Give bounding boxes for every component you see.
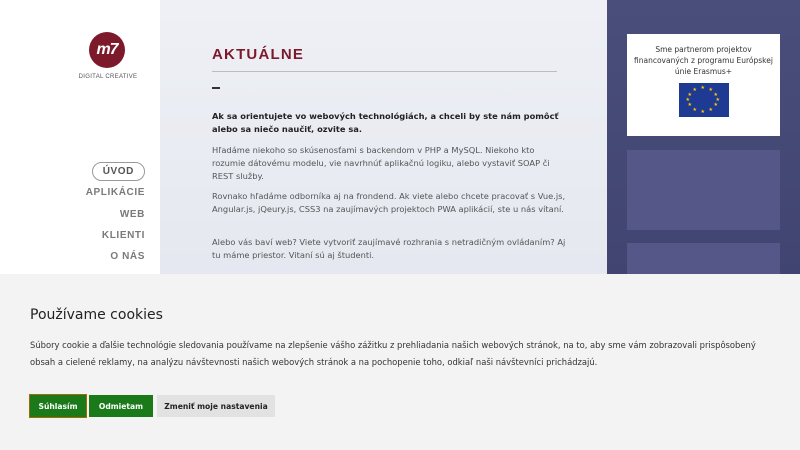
brand-logo[interactable]: m7 [89, 32, 125, 68]
cookie-accept-button[interactable]: Súhlasím [29, 394, 87, 418]
cookie-description: Súbory cookie a ďalšie technológie sledo… [30, 340, 756, 367]
nav-item-uvod[interactable]: ÚVOD [91, 162, 145, 181]
lead-paragraph: Ak sa orientujete vo webových technológi… [212, 111, 559, 134]
title-divider [212, 71, 557, 72]
promo-card[interactable] [627, 150, 780, 230]
cookie-reject-button[interactable]: Odmietam [89, 395, 153, 417]
page-title: AKTUÁLNE [212, 46, 305, 63]
cookie-title: Používame cookies [30, 307, 163, 323]
dash-divider [212, 87, 220, 89]
backend-paragraph: Hľadáme niekoho so skúsenosťami s backen… [212, 145, 550, 181]
partner-text: Sme partnerom projektov financovaných z … [634, 45, 773, 76]
cookie-banner: Používame cookies Súbory cookie a ďalšie… [0, 274, 800, 450]
cookie-settings-button[interactable]: Zmeniť moje nastavenia [157, 395, 275, 417]
nav-item-aplikacie[interactable]: APLIKÁCIE [86, 187, 145, 198]
eu-flag-icon: ★ ★ ★ ★ ★ ★ ★ ★ ★ ★ ★ ★ [678, 83, 729, 117]
web-paragraph: Alebo vás baví web? Viete vytvoriť zaují… [212, 237, 566, 260]
nav-item-web[interactable]: WEB [120, 209, 145, 220]
nav-item-o-nas[interactable]: O NÁS [110, 251, 145, 262]
nav-item-klienti[interactable]: KLIENTI [102, 230, 145, 241]
erasmus-partner-card[interactable]: Sme partnerom projektov financovaných z … [627, 34, 780, 136]
brand-tagline: DIGITAL CREATIVE [78, 74, 138, 80]
frontend-paragraph: Rovnako hľadáme odborníka aj na frondend… [212, 191, 566, 214]
